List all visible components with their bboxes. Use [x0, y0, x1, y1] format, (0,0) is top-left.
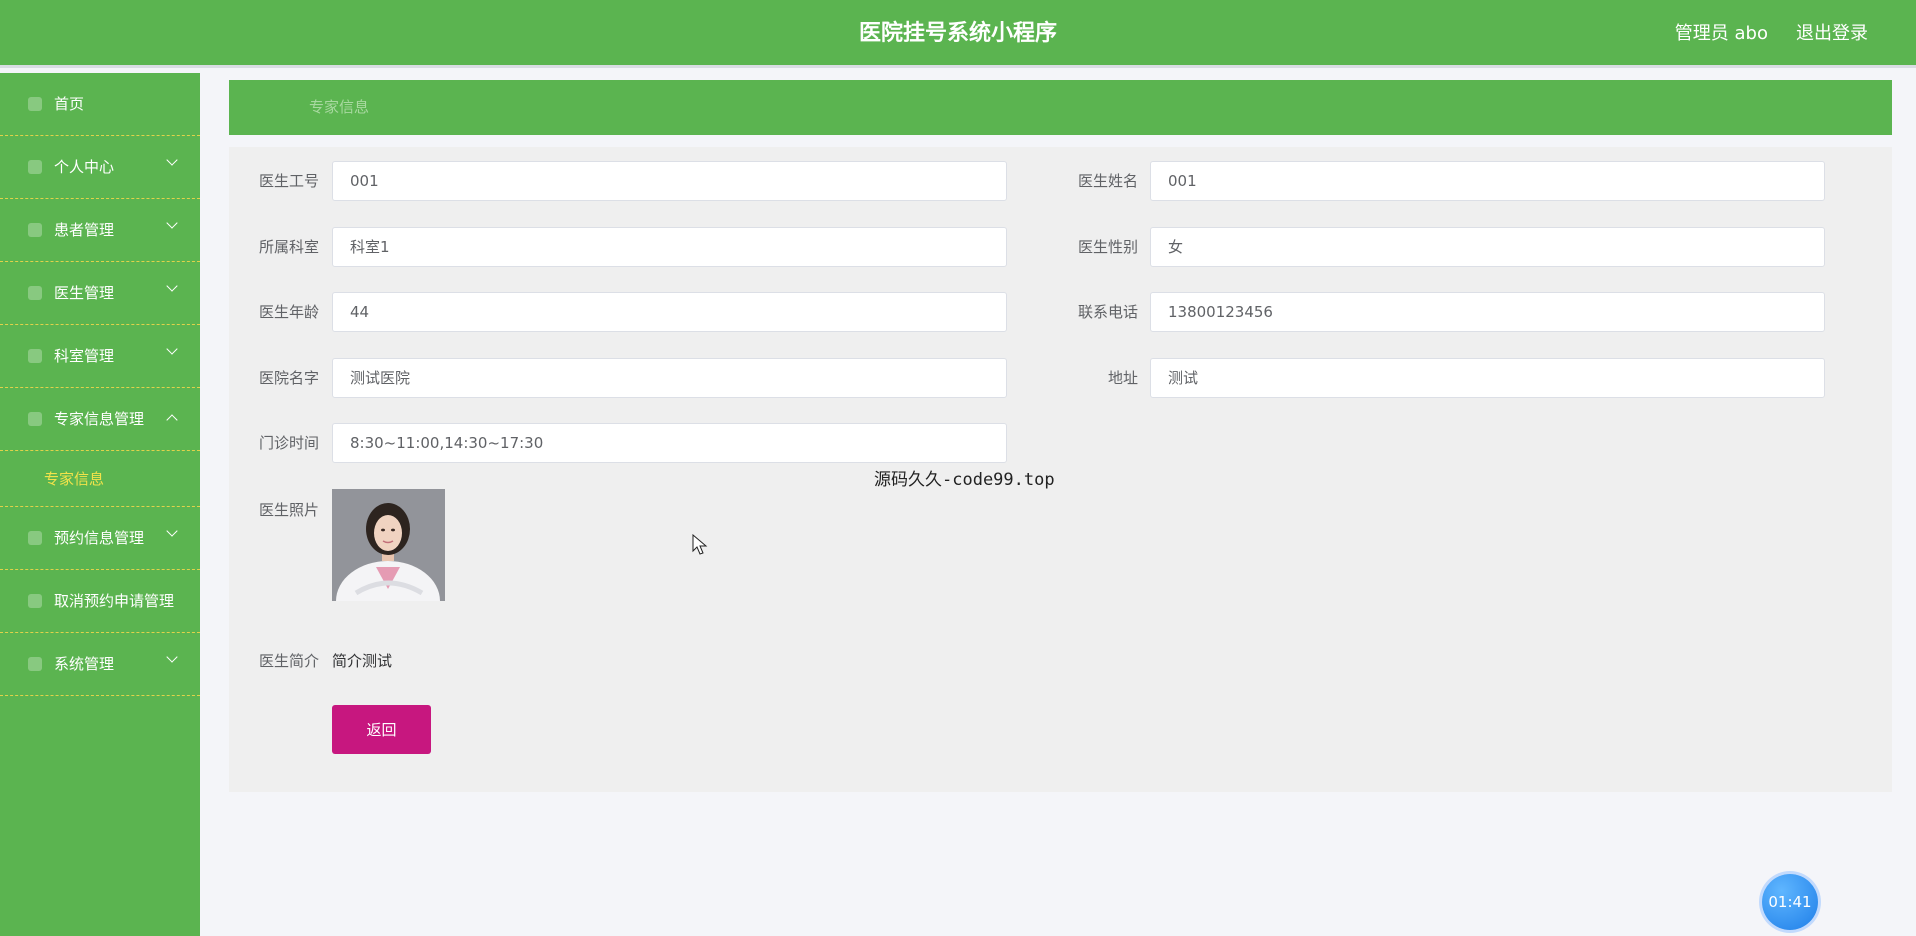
logout-link[interactable]: 退出登录	[1796, 0, 1868, 68]
sidebar-item-label: 系统管理	[54, 655, 115, 673]
department-field[interactable]: 科室1	[332, 227, 1007, 267]
cancel-icon	[28, 594, 42, 608]
sidebar-item-label: 个人中心	[54, 158, 115, 176]
doctor-id-label: 医生工号	[258, 172, 319, 190]
app-title: 医院挂号系统小程序	[858, 21, 1057, 46]
sidebar-item-label: 患者管理	[54, 221, 115, 239]
sidebar-item-label: 医生管理	[54, 284, 115, 302]
doctor-name-label: 医生姓名	[1077, 172, 1138, 190]
mouse-cursor-icon	[692, 534, 708, 555]
overlay-watermark-text: 源码久久-code99.top	[874, 470, 1055, 490]
gender-field[interactable]: 女	[1150, 227, 1825, 267]
intro-value: 简介测试	[332, 652, 393, 670]
patient-icon	[28, 223, 42, 237]
chevron-down-icon	[166, 525, 178, 537]
admin-user-label: 管理员 abo	[1674, 23, 1768, 44]
chevron-down-icon	[166, 651, 178, 663]
sidebar-subitem-expert-info[interactable]: 专家信息	[0, 451, 200, 507]
age-label: 医生年龄	[258, 303, 319, 321]
doctor-photo	[332, 489, 445, 601]
gender-label: 医生性别	[1077, 238, 1138, 256]
department-icon	[28, 349, 42, 363]
sidebar-item-department-management[interactable]: 科室管理	[0, 325, 200, 388]
appointment-icon	[28, 531, 42, 545]
sidebar-item-label: 取消预约申请管理	[54, 592, 175, 610]
sidebar-item-label: 科室管理	[54, 347, 115, 365]
chevron-up-icon	[166, 414, 178, 426]
sidebar-item-home[interactable]: 首页	[0, 73, 200, 136]
sidebar-item-appointment-management[interactable]: 预约信息管理	[0, 507, 200, 570]
chevron-down-icon	[166, 280, 178, 292]
doctor-name-field[interactable]: 001	[1150, 161, 1825, 201]
doctor-id-field[interactable]: 001	[332, 161, 1007, 201]
sidebar-item-patient-management[interactable]: 患者管理	[0, 199, 200, 262]
age-field[interactable]: 44	[332, 292, 1007, 332]
expert-icon	[28, 412, 42, 426]
intro-label: 医生简介	[258, 652, 319, 670]
photo-label: 医生照片	[258, 501, 319, 519]
department-label: 所属科室	[258, 238, 319, 256]
address-field[interactable]: 测试	[1150, 358, 1825, 398]
timer-badge: 01:41	[1762, 874, 1818, 930]
back-button[interactable]: 返回	[332, 705, 431, 754]
hospital-name-field[interactable]: 测试医院	[332, 358, 1007, 398]
settings-icon	[28, 657, 42, 671]
address-label: 地址	[1107, 369, 1138, 387]
top-header-bar: 医院挂号系统小程序 管理员 abo 退出登录	[0, 0, 1916, 68]
breadcrumb-current: 专家信息	[309, 98, 370, 116]
sidebar-item-personal-center[interactable]: 个人中心	[0, 136, 200, 199]
chevron-down-icon	[166, 217, 178, 229]
clinic-hours-field[interactable]: 8:30~11:00,14:30~17:30	[332, 423, 1007, 463]
hospital-name-label: 医院名字	[258, 369, 319, 387]
sidebar-item-label: 预约信息管理	[54, 529, 145, 547]
doctor-icon	[28, 286, 42, 300]
chevron-down-icon	[166, 343, 178, 355]
sidebar-item-doctor-management[interactable]: 医生管理	[0, 262, 200, 325]
user-icon	[28, 160, 42, 174]
sidebar-menu: 首页 个人中心 患者管理 医生管理 科室管理 专家信息管理 专家信息 预约信息管…	[0, 73, 200, 936]
sidebar-item-label: 首页	[54, 95, 85, 113]
sidebar-item-expert-management[interactable]: 专家信息管理	[0, 388, 200, 451]
home-icon	[28, 97, 42, 111]
sidebar-item-cancel-request-management[interactable]: 取消预约申请管理	[0, 570, 200, 633]
phone-label: 联系电话	[1077, 303, 1138, 321]
clinic-hours-label: 门诊时间	[258, 434, 319, 452]
sidebar-item-system-management[interactable]: 系统管理	[0, 633, 200, 696]
phone-field[interactable]: 13800123456	[1150, 292, 1825, 332]
sidebar-item-label: 专家信息管理	[54, 410, 145, 428]
breadcrumb: 专家信息	[229, 80, 1892, 135]
chevron-down-icon	[166, 154, 178, 166]
